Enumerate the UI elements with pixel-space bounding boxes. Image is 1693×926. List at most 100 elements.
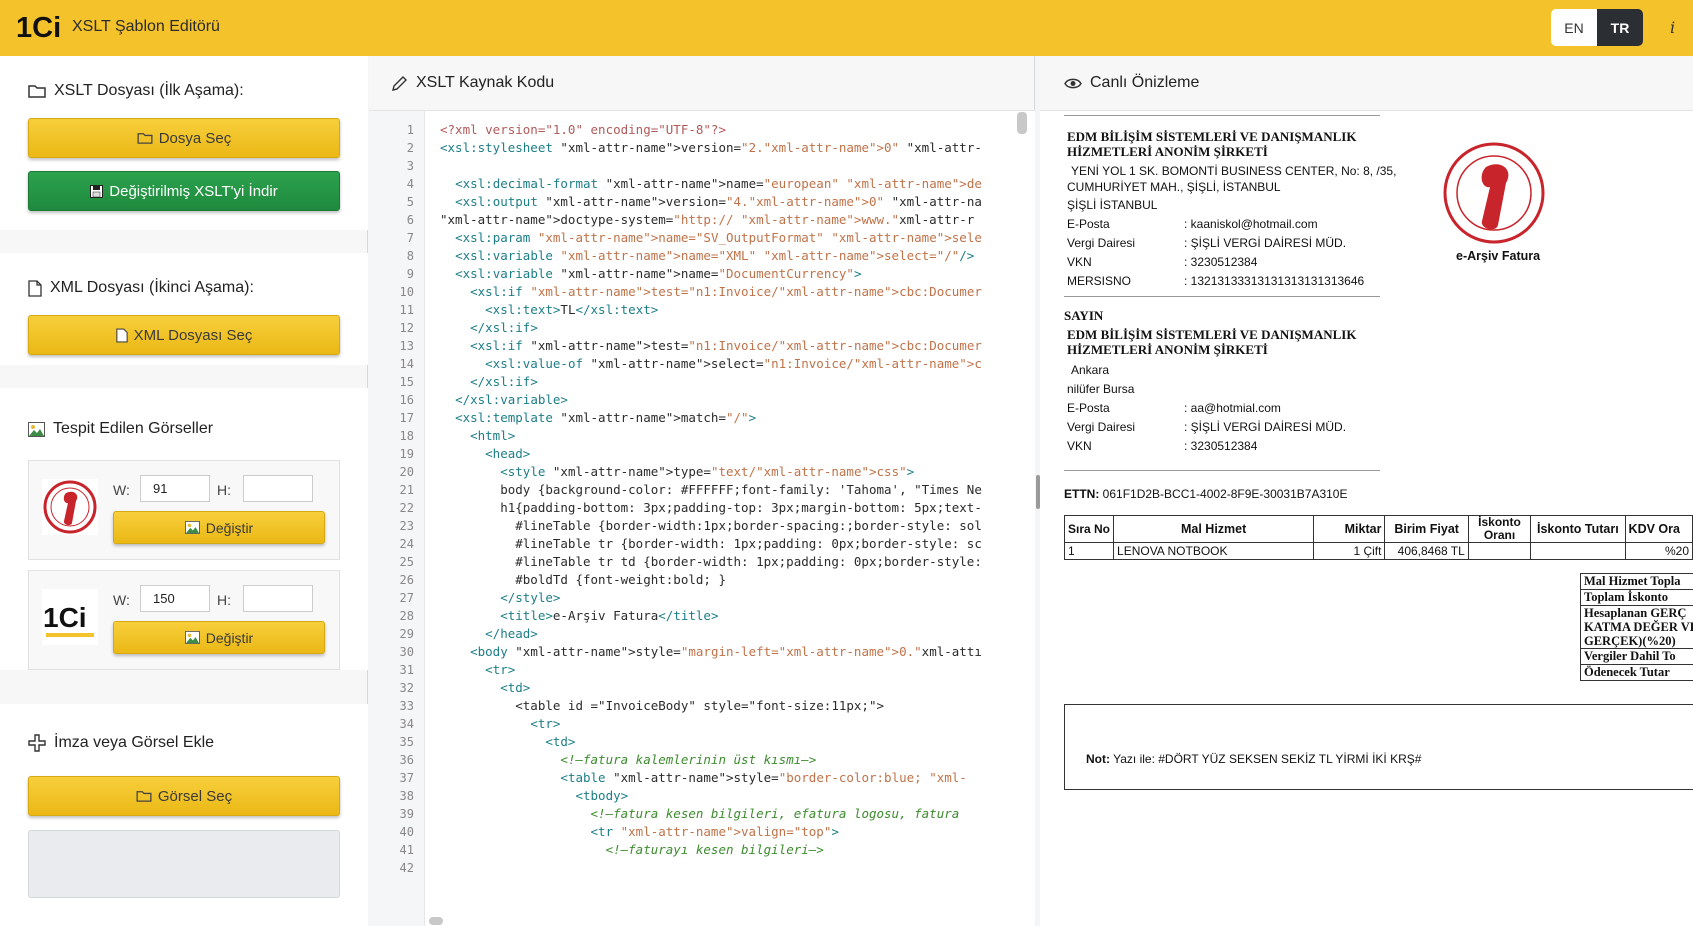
code-token: <!—faturayı kesen bilgileri—> [605, 842, 824, 857]
code-token: "xml-attr-name">valign="top" [620, 824, 832, 839]
xslt-section: XSLT Dosyası (İlk Aşama): Dosya Seç Deği… [0, 56, 368, 230]
line-number: 33 [399, 699, 414, 713]
signature-section-title: İmza veya Görsel Ekle [54, 734, 215, 751]
width-input[interactable]: 91 [140, 475, 210, 502]
line-number: 18 [399, 429, 414, 443]
col-header: İskonto Tutarı [1530, 515, 1626, 543]
line-number: 2 [406, 141, 414, 155]
line-number: 11 [399, 303, 414, 317]
width-input[interactable]: 150 [140, 585, 210, 612]
choose-xml-file-button[interactable]: XML Dosyası Seç [28, 315, 340, 355]
change-image-label: Değiştir [205, 629, 254, 646]
line-number: 17 [399, 411, 414, 425]
info-icon[interactable]: i [1670, 18, 1675, 37]
code-line: <!—fatura kesen bilgileri, efatura logos… [440, 806, 960, 821]
code-token: "xml-attr-name">type= [552, 464, 711, 479]
document-icon [115, 328, 128, 342]
code-token: <td> [545, 734, 576, 749]
line-number: 9 [406, 267, 414, 281]
note-line: Not: Yazı ile: #DÖRT YÜZ SEKSEN SEKİZ TL… [1086, 752, 1421, 766]
code-token: </xsl:text> [575, 302, 659, 317]
note-box: Not: Yazı ile: #DÖRT YÜZ SEKSEN SEKİZ TL… [1064, 704, 1693, 790]
table-row: Vergiler Dahil To [1579, 648, 1693, 665]
app-logo: 1Ci [16, 12, 61, 44]
line-number: 40 [399, 825, 414, 839]
line-number: 5 [406, 195, 414, 209]
line-number: 22 [399, 501, 414, 515]
height-input[interactable] [243, 475, 313, 502]
choose-image-button[interactable]: Görsel Seç [28, 776, 340, 816]
change-image-button[interactable]: Değiştir [113, 621, 325, 654]
line-number: 39 [399, 807, 414, 821]
seller-name-line1: EDM BİLİŞİM SİSTEMLERİ VE DANIŞMANLIK [1067, 129, 1357, 144]
code-line: <body "xml-attr-name">style="margin-left… [440, 644, 982, 659]
line-number: 1 [406, 123, 414, 137]
code-token: </xsl:variable> [455, 392, 568, 407]
code-line: <head> [440, 446, 530, 461]
code-token: > [831, 824, 839, 839]
invoice-lines-table: Sıra No Mal Hizmet Miktar Birim Fiyat İs… [1063, 515, 1693, 560]
horizontal-scrollbar[interactable] [429, 917, 443, 925]
app-logo-text: 1Ci [16, 12, 61, 44]
seller-field-label: VKN [1067, 255, 1092, 269]
code-token: "margin-left="xml-attr-name">0." [680, 644, 922, 659]
code-line: <td> [440, 734, 575, 749]
download-xslt-button[interactable]: Değiştirilmiş XSLT'yi İndir [28, 171, 340, 211]
code-token: "n1:Invoice/"xml-attr-name">c [763, 356, 982, 371]
line-number: 24 [399, 537, 414, 551]
code-line: #lineTable tr {border-width: 1px;padding… [440, 536, 982, 551]
code-token: "http:// "xml-attr-name">www." [673, 212, 900, 227]
table-header-row: Sıra No Mal Hizmet Miktar Birim Fiyat İs… [1063, 515, 1693, 543]
code-token: > [906, 464, 915, 479]
vertical-scrollbar[interactable] [1017, 112, 1027, 134]
folder-icon [137, 133, 153, 144]
code-line: </xsl:if> [440, 374, 538, 389]
code-line: <xsl:decimal-format "xml-attr-name">name… [440, 176, 982, 191]
line-number: 4 [406, 177, 414, 191]
col-header: KDV Ora [1624, 515, 1693, 543]
code-line: #boldTd {font-weight:bold; } [440, 572, 726, 587]
seller-field-value: : 13213133313131313131313646 [1184, 274, 1365, 288]
code-token: h1{padding-bottom: 3px;padding-top: 3px;… [440, 500, 982, 515]
code-line: </head> [440, 626, 538, 641]
code-token: "xml-attr-name">test="n1:Invoice/"xml-at… [530, 284, 982, 299]
buyer-address-line1: Ankara [1071, 363, 1110, 377]
code-token: "xml-attr-na [884, 194, 982, 209]
code-line: <xsl:output "xml-attr-name">version="4."… [440, 194, 982, 209]
code-line: <xsl:variable "xml-attr-name">name="XML"… [440, 248, 974, 263]
image-card-seal: W: 91 H: Değiştir [28, 460, 340, 560]
line-number-gutter: 1 2 3 4 5 6 7 8 9 10 11 12 13 14 15 16 17 18 19 20 21 22 23 24 2… [369, 111, 425, 926]
table-cell: %20 [1624, 542, 1693, 560]
code-editor[interactable]: 1 2 3 4 5 6 7 8 9 10 11 12 13 14 15 16 17 18 19 20 21 22 23 24 2… [369, 110, 1035, 926]
change-image-button[interactable]: Değiştir [113, 511, 325, 544]
lang-tr-button[interactable]: TR [1597, 9, 1643, 46]
preview-title: Canlı Önizleme [1090, 74, 1200, 91]
choose-xslt-file-button[interactable]: Dosya Seç [28, 118, 340, 158]
line-number: 27 [399, 591, 414, 605]
image-drop-area[interactable] [28, 830, 340, 898]
1ci-logo-icon: 1Ci [43, 602, 94, 637]
buyer-field-value: : 3230512384 [1184, 439, 1258, 453]
logo-thumbnail: 1Ci [42, 589, 98, 645]
line-number: 13 [399, 339, 414, 353]
code-line: <tbody> [440, 788, 628, 803]
totals-table: Mal Hizmet Topla Toplam İskonto Hesaplan… [1579, 573, 1693, 681]
lang-en-button[interactable]: EN [1551, 9, 1597, 46]
buyer-field-label: E-Posta [1067, 401, 1110, 415]
totals-label: GERÇEK)(%20) [1584, 634, 1676, 648]
code-line: <td> [440, 680, 530, 695]
height-input[interactable] [243, 585, 313, 612]
line-number: 34 [399, 717, 414, 731]
code-token: > [853, 266, 862, 281]
line-number: 30 [399, 645, 414, 659]
code-token: TL [560, 302, 576, 317]
line-number: 3 [406, 159, 414, 173]
app-title: XSLT Şablon Editörü [72, 18, 220, 35]
seal-caption: e-Arşiv Fatura [1456, 249, 1541, 263]
totals-label: Hesaplanan GERÇ [1584, 606, 1687, 620]
